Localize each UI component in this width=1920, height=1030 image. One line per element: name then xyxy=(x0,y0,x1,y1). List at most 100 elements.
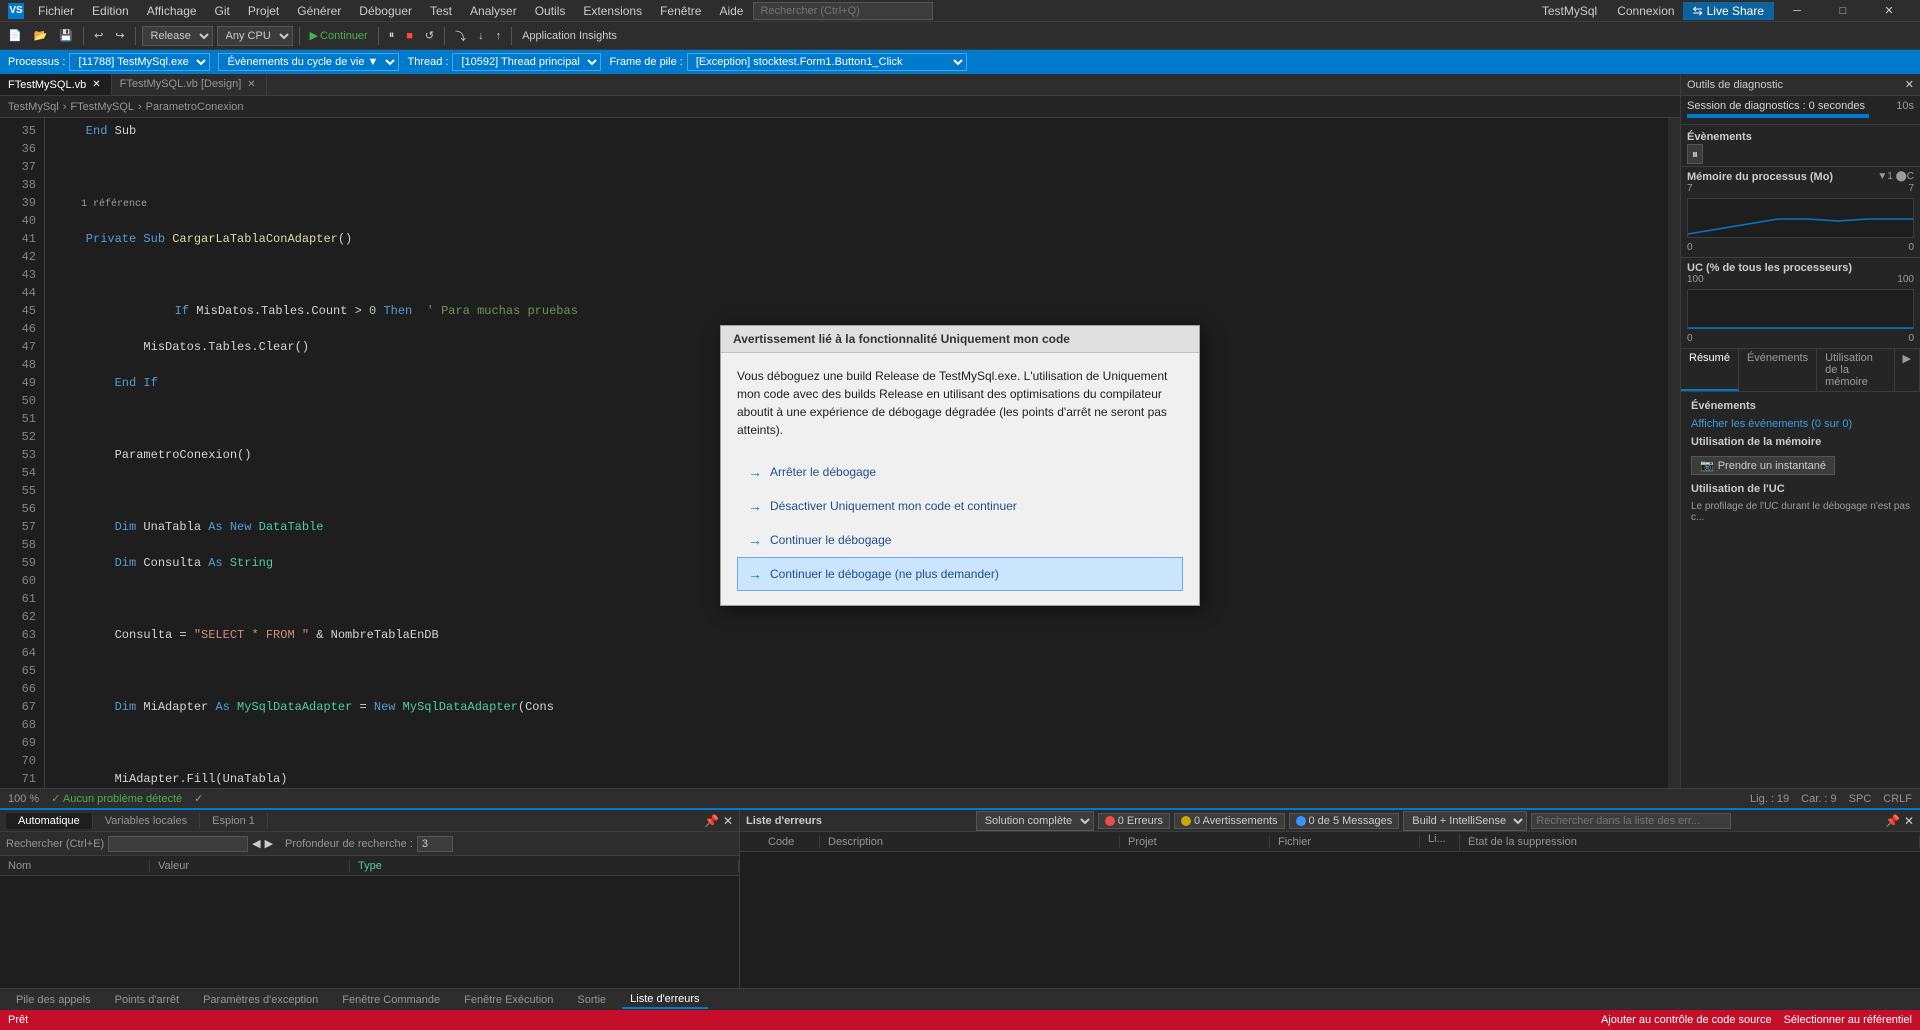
menu-fichier[interactable]: Fichier xyxy=(30,2,82,20)
modal-option1[interactable]: → Arrêter le débogage xyxy=(737,455,1183,489)
diag-tab-events[interactable]: Événements xyxy=(1739,349,1817,391)
session-section: Session de diagnostics : 0 secondes 10s xyxy=(1681,96,1920,125)
step-into-button[interactable]: ↓ xyxy=(474,28,488,44)
depth-input[interactable] xyxy=(417,836,453,852)
auto-close-icon[interactable]: ✕ xyxy=(723,814,733,828)
menu-extensions[interactable]: Extensions xyxy=(575,2,650,20)
tab-execution[interactable]: Fenêtre Exécution xyxy=(456,992,561,1008)
error-pin-icon[interactable]: 📌 xyxy=(1885,814,1900,828)
tab-command[interactable]: Fenêtre Commande xyxy=(334,992,448,1008)
undo-button[interactable]: ↩ xyxy=(90,27,107,44)
add-source-control[interactable]: Ajouter au contrôle de code source xyxy=(1601,1014,1772,1026)
modal-option4[interactable]: → Continuer le débogage (ne plus demande… xyxy=(737,557,1183,591)
memory-section: Mémoire du processus (Mo) ▼1 ⬤C 7 7 0 0 xyxy=(1681,167,1920,258)
search-label: Rechercher (Ctrl+E) xyxy=(6,838,104,850)
redo-button[interactable]: ↪ xyxy=(111,27,128,44)
menu-analyser[interactable]: Analyser xyxy=(462,2,525,20)
tab-ftestmysql-design[interactable]: FTestMySQL.vb [Design] ✕ xyxy=(112,74,267,95)
errors-filter-btn[interactable]: 0 Erreurs xyxy=(1098,813,1170,829)
menu-generer[interactable]: Générer xyxy=(289,2,349,20)
menu-git[interactable]: Git xyxy=(207,2,238,20)
modal-option2[interactable]: → Désactiver Uniquement mon code et cont… xyxy=(737,489,1183,523)
tab-exception-settings[interactable]: Paramètres d'exception xyxy=(195,992,326,1008)
build-config-dropdown[interactable]: Release xyxy=(142,26,213,46)
new-file-button[interactable]: 📄 xyxy=(4,27,26,44)
close-tab-icon[interactable]: ✕ xyxy=(245,79,257,90)
uc-section: UC (% de tous les processeurs) 100 100 0… xyxy=(1681,258,1920,349)
search-nav-fwd[interactable]: ▶ xyxy=(265,837,273,850)
events-item: Évènements du cycle de vie ▼ xyxy=(218,53,399,71)
breadcrumb-class[interactable]: FTestMySQL xyxy=(70,101,134,113)
thread-dropdown[interactable]: [10592] Thread principal xyxy=(452,53,601,71)
menu-test[interactable]: Test xyxy=(422,2,460,20)
events-label: Évènements xyxy=(1687,131,1752,143)
platform-dropdown[interactable]: Any CPU xyxy=(217,26,293,46)
diag-tab-resume[interactable]: Résumé xyxy=(1681,349,1739,391)
step-over-button[interactable]: ⤵ xyxy=(451,26,470,46)
err-state-col: État de la suppression xyxy=(1460,836,1920,848)
close-button[interactable]: ✕ xyxy=(1866,0,1912,22)
diag-tab-memory[interactable]: Utilisation de la mémoire xyxy=(1817,349,1894,391)
source-control-area: Ajouter au contrôle de code source Sélec… xyxy=(1601,1014,1912,1026)
select-repo[interactable]: Sélectionner au référentiel xyxy=(1784,1014,1912,1026)
camera-icon: 📷 xyxy=(1700,459,1714,472)
close-tab-icon[interactable]: ✕ xyxy=(90,79,102,90)
auto-pin-icon[interactable]: 📌 xyxy=(704,814,719,828)
line-numbers: 3536373839 4041424344 4546474849 5051525… xyxy=(0,118,45,788)
modal-option3[interactable]: → Continuer le débogage xyxy=(737,523,1183,557)
tab-variables-locales[interactable]: Variables locales xyxy=(93,813,200,829)
pause-events-icon[interactable]: ⏸ xyxy=(1687,144,1703,164)
menu-outils[interactable]: Outils xyxy=(527,2,574,20)
auto-search-input[interactable] xyxy=(108,836,248,852)
snapshot-button[interactable]: 📷 Prendre un instantané xyxy=(1691,456,1835,475)
frame-dropdown[interactable]: [Exception] stocktest.Form1.Button1_Clic… xyxy=(687,53,967,71)
tab-automatique[interactable]: Automatique xyxy=(6,813,93,829)
frame-item: Frame de pile : [Exception] stocktest.Fo… xyxy=(609,53,966,71)
warnings-filter-btn[interactable]: 0 Avertissements xyxy=(1174,813,1285,829)
process-dropdown[interactable]: [11788] TestMySql.exe xyxy=(69,53,210,71)
debug-toolbar: Processus : [11788] TestMySql.exe Évènem… xyxy=(0,50,1920,74)
time-slider[interactable] xyxy=(1687,114,1869,118)
pause-button[interactable]: ⏸ xyxy=(385,27,399,44)
live-share-icon: ⇆ xyxy=(1693,4,1703,18)
start-button[interactable]: ▶ Continuer xyxy=(306,27,372,44)
breadcrumb-file[interactable]: TestMySql xyxy=(8,101,59,113)
error-search-input[interactable] xyxy=(1531,813,1731,829)
tab-errors[interactable]: Liste d'erreurs xyxy=(622,991,707,1009)
col-type-header: Type xyxy=(350,860,739,872)
error-scope-dropdown[interactable]: Solution complète xyxy=(976,811,1094,831)
app-insights-button[interactable]: Application Insights xyxy=(518,28,621,44)
save-button[interactable]: 💾 xyxy=(55,27,77,44)
menu-aide[interactable]: Aide xyxy=(711,2,751,20)
tab-output[interactable]: Sortie xyxy=(569,992,614,1008)
menu-bar: Fichier Edition Affichage Git Projet Gén… xyxy=(30,2,1530,20)
global-search-input[interactable] xyxy=(753,2,933,20)
tab-pile[interactable]: Pile des appels xyxy=(8,992,99,1008)
live-share-button[interactable]: ⇆ Live Share xyxy=(1683,2,1774,20)
minimize-button[interactable]: ─ xyxy=(1774,0,1820,22)
stop-button[interactable]: ■ xyxy=(402,28,417,44)
search-nav-back[interactable]: ◀ xyxy=(252,837,260,850)
menu-projet[interactable]: Projet xyxy=(240,2,287,20)
step-out-button[interactable]: ↑ xyxy=(492,28,506,44)
menu-deboguer[interactable]: Déboguer xyxy=(351,2,420,20)
menu-affichage[interactable]: Affichage xyxy=(139,2,205,20)
messages-filter-btn[interactable]: 0 de 5 Messages xyxy=(1289,813,1400,829)
connexion-button[interactable]: Connexion xyxy=(1609,2,1682,20)
build-type-dropdown[interactable]: Build + IntelliSense xyxy=(1403,811,1527,831)
maximize-button[interactable]: □ xyxy=(1820,0,1866,22)
show-events-link[interactable]: Afficher les événements (0 sur 0) xyxy=(1685,416,1916,432)
diag-expand-icon[interactable]: ▶ xyxy=(1895,349,1920,391)
restart-button[interactable]: ↺ xyxy=(421,27,438,44)
open-button[interactable]: 📂 xyxy=(30,27,52,44)
events-dropdown[interactable]: Évènements du cycle de vie ▼ xyxy=(218,53,399,71)
editor-scrollbar[interactable] xyxy=(1668,118,1680,788)
tab-breakpoints[interactable]: Points d'arrêt xyxy=(107,992,187,1008)
diagnostic-close[interactable]: ✕ xyxy=(1905,78,1914,91)
error-close-icon[interactable]: ✕ xyxy=(1904,814,1914,828)
tab-ftestmysql-vb[interactable]: FTestMySQL.vb ✕ xyxy=(0,74,112,95)
menu-edition[interactable]: Edition xyxy=(84,2,137,20)
tab-espion[interactable]: Espion 1 xyxy=(200,813,268,829)
menu-fenetre[interactable]: Fenêtre xyxy=(652,2,709,20)
breadcrumb-member[interactable]: ParametroConexion xyxy=(146,101,244,113)
